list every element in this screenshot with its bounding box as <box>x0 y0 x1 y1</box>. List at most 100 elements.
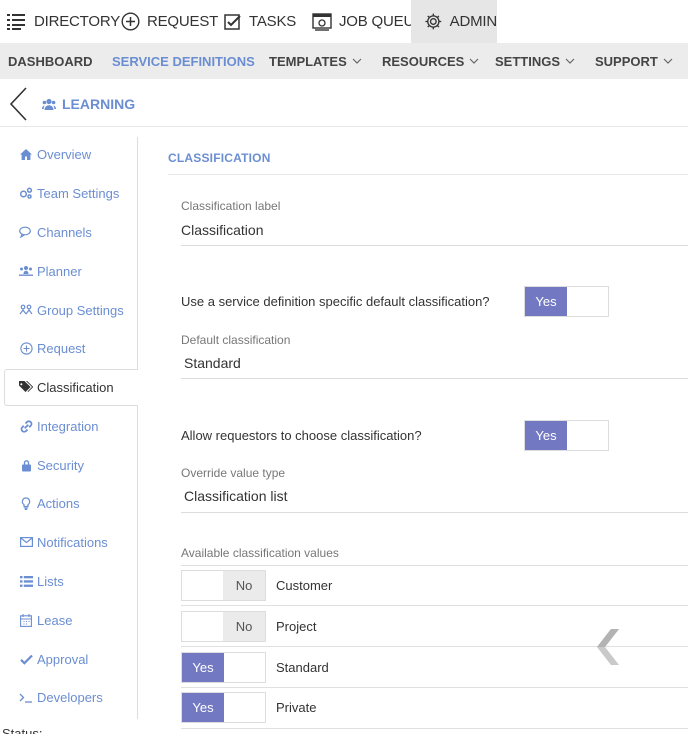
nav-request-label: REQUEST <box>147 13 219 30</box>
page-title-text: LEARNING <box>62 96 136 112</box>
sidebar-item-label: Lease <box>37 612 73 628</box>
subnav-templates-label: TEMPLATES <box>269 53 347 69</box>
toggle-yes: Yes <box>182 653 224 682</box>
chevron-down-icon <box>663 58 673 64</box>
scroll-chevron-button[interactable] <box>591 627 625 672</box>
sidebar-item-label: Request <box>37 340 86 356</box>
top-nav: DIRECTORY REQUEST TASKS JOB QUEUE ADMIN <box>0 0 688 43</box>
nav-request[interactable]: REQUEST <box>121 0 218 43</box>
default-classification-label: Default classification <box>181 333 291 347</box>
nav-admin[interactable]: ADMIN <box>411 0 497 43</box>
sidebar-item-lease[interactable]: Lease <box>19 610 72 630</box>
subnav-support-label: SUPPORT <box>595 53 658 69</box>
override-value-type-select[interactable]: Classification list <box>184 488 287 504</box>
back-button[interactable] <box>8 87 28 126</box>
check-icon <box>19 652 33 666</box>
allow-choose-toggle[interactable]: Yes <box>524 420 609 451</box>
sidebar-item-request[interactable]: Request <box>19 338 85 358</box>
toggle-yes: Yes <box>182 693 224 722</box>
nav-directory-label: DIRECTORY <box>34 13 120 30</box>
subnav-service-definitions[interactable]: SERVICE DEFINITIONS <box>112 43 255 79</box>
sidebar-item-integration[interactable]: Integration <box>19 416 98 436</box>
sidebar-item-classification[interactable]: Classification <box>19 377 114 397</box>
sidebar-item-notifications[interactable]: Notifications <box>19 532 108 552</box>
checkbox-icon <box>224 13 241 30</box>
sidebar-item-developers[interactable]: Developers <box>19 687 103 707</box>
project-toggle[interactable]: No <box>181 611 266 642</box>
sidebar-item-label: Developers <box>37 689 103 705</box>
chevron-down-icon <box>352 58 362 64</box>
sidebar-item-label: Approval <box>37 651 89 667</box>
plus-circle-icon <box>121 12 140 31</box>
chevron-down-icon <box>469 58 479 64</box>
nav-job-queue[interactable]: JOB QUEUE <box>312 0 424 43</box>
subnav-templates[interactable]: TEMPLATES <box>269 43 362 79</box>
lightbulb-icon <box>19 496 33 510</box>
sidebar-item-label: Integration <box>37 418 99 434</box>
list-icon <box>7 13 25 30</box>
sidebar-item-label: Team Settings <box>37 185 120 201</box>
use-specific-default-question: Use a service definition specific defaul… <box>181 294 490 309</box>
subnav-settings[interactable]: SETTINGS <box>495 43 575 79</box>
sidebar-item-label: Channels <box>37 224 92 240</box>
allow-choose-question: Allow requestors to choose classificatio… <box>181 428 422 443</box>
sidebar-item-actions[interactable]: Actions <box>19 493 80 513</box>
sidebar-divider <box>137 137 138 719</box>
sidebar-item-channels[interactable]: Channels <box>19 222 92 242</box>
subnav-support[interactable]: SUPPORT <box>595 43 673 79</box>
available-values-label: Available classification values <box>181 546 339 560</box>
lock-icon <box>19 458 33 472</box>
toggle-yes: Yes <box>525 421 567 450</box>
chevron-left-icon <box>9 87 27 121</box>
classification-value-label: Standard <box>276 660 329 675</box>
row-divider <box>181 605 688 606</box>
nav-tasks[interactable]: TASKS <box>224 0 296 43</box>
subnav-dashboard-label: DASHBOARD <box>8 53 93 69</box>
toggle-no: No <box>223 612 265 641</box>
row-divider <box>181 565 688 566</box>
sidebar-item-label: Group Settings <box>37 302 124 318</box>
toggle-yes: Yes <box>525 287 567 316</box>
toggle-no: No <box>223 571 265 600</box>
terminal-icon <box>19 690 33 704</box>
sidebar-item-group-settings[interactable]: Group Settings <box>19 300 124 320</box>
use-specific-default-toggle[interactable]: Yes <box>524 286 609 317</box>
classification-value-label: Project <box>276 619 317 634</box>
sidebar-item-label: Lists <box>37 573 64 589</box>
sidebar-item-approval[interactable]: Approval <box>19 649 88 669</box>
comments-icon <box>19 225 33 239</box>
subnav-dashboard[interactable]: DASHBOARD <box>8 43 93 79</box>
customer-toggle[interactable]: No <box>181 570 266 601</box>
home-icon <box>19 147 33 161</box>
field-underline <box>181 378 688 379</box>
nav-directory[interactable]: DIRECTORY <box>7 0 120 43</box>
calendar-icon <box>19 613 33 627</box>
sidebar-item-lists[interactable]: Lists <box>19 571 64 591</box>
sidebar-item-overview[interactable]: Overview <box>19 144 91 164</box>
sidebar-item-team-settings[interactable]: Team Settings <box>19 183 119 203</box>
sidebar-item-label: Classification <box>37 379 114 395</box>
private-toggle[interactable]: Yes <box>181 692 266 723</box>
row-divider <box>181 728 688 729</box>
nav-admin-label: ADMIN <box>449 13 498 30</box>
classification-label-input[interactable]: Classification <box>181 222 263 238</box>
default-classification-select[interactable]: Standard <box>184 355 241 371</box>
header-divider <box>0 126 688 127</box>
chevron-down-icon <box>565 58 575 64</box>
subnav-resources[interactable]: RESOURCES <box>382 43 479 79</box>
plus-circle-icon <box>19 341 33 355</box>
sidebar-item-label: Notifications <box>37 534 108 550</box>
classification-value-label: Private <box>276 700 317 715</box>
sidebar-item-planner[interactable]: Planner <box>19 261 82 281</box>
sidebar-item-security[interactable]: Security <box>19 455 84 475</box>
gear-icon <box>425 13 442 30</box>
chevron-left-icon <box>597 629 619 665</box>
section-divider <box>168 174 688 175</box>
section-title: CLASSIFICATION <box>168 151 271 165</box>
status-label: Status: <box>2 726 43 734</box>
subnav-resources-label: RESOURCES <box>382 53 465 69</box>
subnav-service-definitions-label: SERVICE DEFINITIONS <box>112 53 255 69</box>
field-underline <box>181 245 688 246</box>
sidebar-item-label: Actions <box>37 495 80 511</box>
standard-toggle[interactable]: Yes <box>181 652 266 683</box>
